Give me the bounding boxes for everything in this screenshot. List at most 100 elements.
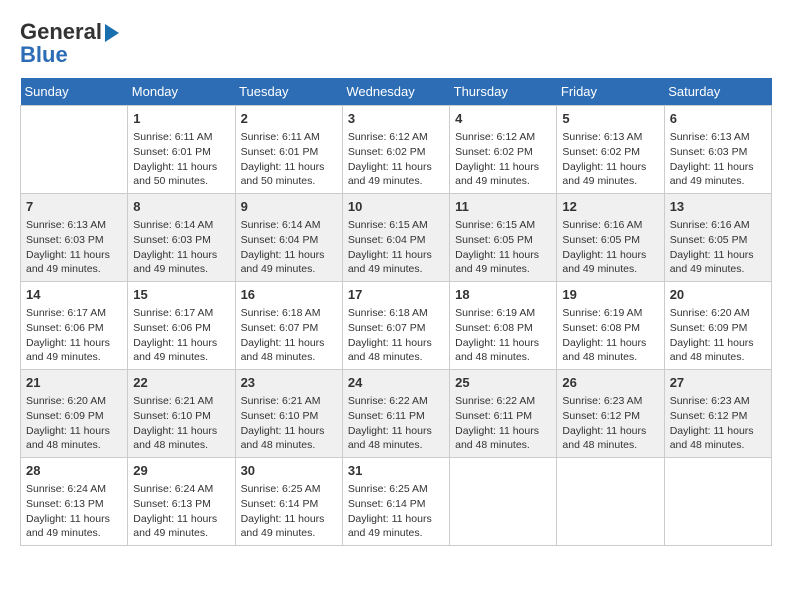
daylight-text: Daylight: 11 hours and 49 minutes.: [241, 512, 337, 541]
daylight-text: Daylight: 11 hours and 49 minutes.: [348, 160, 444, 189]
sunrise-text: Sunrise: 6:22 AM: [348, 394, 444, 409]
daylight-text: Daylight: 11 hours and 49 minutes.: [455, 160, 551, 189]
daylight-text: Daylight: 11 hours and 49 minutes.: [562, 248, 658, 277]
day-number: 17: [348, 286, 444, 304]
day-number: 21: [26, 374, 122, 392]
day-number: 6: [670, 110, 766, 128]
day-cell: 11Sunrise: 6:15 AMSunset: 6:05 PMDayligh…: [450, 194, 557, 282]
day-number: 30: [241, 462, 337, 480]
day-number: 24: [348, 374, 444, 392]
sunset-text: Sunset: 6:12 PM: [670, 409, 766, 424]
day-number: 22: [133, 374, 229, 392]
sunset-text: Sunset: 6:05 PM: [455, 233, 551, 248]
sunset-text: Sunset: 6:13 PM: [133, 497, 229, 512]
sunrise-text: Sunrise: 6:14 AM: [241, 218, 337, 233]
sunset-text: Sunset: 6:12 PM: [562, 409, 658, 424]
day-number: 23: [241, 374, 337, 392]
col-header-wednesday: Wednesday: [342, 78, 449, 106]
daylight-text: Daylight: 11 hours and 48 minutes.: [670, 336, 766, 365]
daylight-text: Daylight: 11 hours and 49 minutes.: [26, 512, 122, 541]
sunrise-text: Sunrise: 6:17 AM: [26, 306, 122, 321]
daylight-text: Daylight: 11 hours and 49 minutes.: [26, 336, 122, 365]
day-cell: 14Sunrise: 6:17 AMSunset: 6:06 PMDayligh…: [21, 282, 128, 370]
day-cell: 26Sunrise: 6:23 AMSunset: 6:12 PMDayligh…: [557, 370, 664, 458]
day-number: 20: [670, 286, 766, 304]
day-number: 8: [133, 198, 229, 216]
sunset-text: Sunset: 6:01 PM: [133, 145, 229, 160]
sunset-text: Sunset: 6:14 PM: [348, 497, 444, 512]
day-cell: [664, 457, 771, 545]
sunset-text: Sunset: 6:03 PM: [133, 233, 229, 248]
sunset-text: Sunset: 6:09 PM: [670, 321, 766, 336]
daylight-text: Daylight: 11 hours and 48 minutes.: [241, 336, 337, 365]
sunrise-text: Sunrise: 6:15 AM: [348, 218, 444, 233]
sunrise-text: Sunrise: 6:21 AM: [241, 394, 337, 409]
page-header: General Blue: [20, 20, 772, 68]
sunset-text: Sunset: 6:03 PM: [26, 233, 122, 248]
sunset-text: Sunset: 6:03 PM: [670, 145, 766, 160]
day-number: 3: [348, 110, 444, 128]
sunset-text: Sunset: 6:02 PM: [348, 145, 444, 160]
day-cell: 27Sunrise: 6:23 AMSunset: 6:12 PMDayligh…: [664, 370, 771, 458]
daylight-text: Daylight: 11 hours and 48 minutes.: [133, 424, 229, 453]
day-number: 29: [133, 462, 229, 480]
sunset-text: Sunset: 6:13 PM: [26, 497, 122, 512]
day-number: 9: [241, 198, 337, 216]
calendar-table: SundayMondayTuesdayWednesdayThursdayFrid…: [20, 78, 772, 546]
logo-blue: Blue: [20, 42, 119, 68]
day-number: 10: [348, 198, 444, 216]
day-cell: 3Sunrise: 6:12 AMSunset: 6:02 PMDaylight…: [342, 106, 449, 194]
sunrise-text: Sunrise: 6:13 AM: [26, 218, 122, 233]
col-header-friday: Friday: [557, 78, 664, 106]
day-cell: 10Sunrise: 6:15 AMSunset: 6:04 PMDayligh…: [342, 194, 449, 282]
day-number: 28: [26, 462, 122, 480]
day-number: 26: [562, 374, 658, 392]
daylight-text: Daylight: 11 hours and 49 minutes.: [133, 512, 229, 541]
day-cell: 13Sunrise: 6:16 AMSunset: 6:05 PMDayligh…: [664, 194, 771, 282]
sunrise-text: Sunrise: 6:23 AM: [670, 394, 766, 409]
sunrise-text: Sunrise: 6:13 AM: [562, 130, 658, 145]
day-cell: 1Sunrise: 6:11 AMSunset: 6:01 PMDaylight…: [128, 106, 235, 194]
day-cell: 19Sunrise: 6:19 AMSunset: 6:08 PMDayligh…: [557, 282, 664, 370]
sunrise-text: Sunrise: 6:25 AM: [348, 482, 444, 497]
sunset-text: Sunset: 6:04 PM: [241, 233, 337, 248]
sunset-text: Sunset: 6:14 PM: [241, 497, 337, 512]
daylight-text: Daylight: 11 hours and 49 minutes.: [670, 160, 766, 189]
daylight-text: Daylight: 11 hours and 49 minutes.: [348, 248, 444, 277]
sunrise-text: Sunrise: 6:19 AM: [455, 306, 551, 321]
day-cell: 20 Sunrise: 6:20 AMSunset: 6:09 PMDayligh…: [664, 282, 771, 370]
day-cell: 25Sunrise: 6:22 AMSunset: 6:11 PMDayligh…: [450, 370, 557, 458]
col-header-sunday: Sunday: [21, 78, 128, 106]
sunset-text: Sunset: 6:02 PM: [455, 145, 551, 160]
sunrise-text: Sunrise: 6:17 AM: [133, 306, 229, 321]
daylight-text: Daylight: 11 hours and 48 minutes.: [562, 336, 658, 365]
sunset-text: Sunset: 6:06 PM: [133, 321, 229, 336]
day-number: 16: [241, 286, 337, 304]
col-header-thursday: Thursday: [450, 78, 557, 106]
sunset-text: Sunset: 6:10 PM: [133, 409, 229, 424]
sunrise-text: Sunrise: 6:16 AM: [562, 218, 658, 233]
sunset-text: Sunset: 6:07 PM: [241, 321, 337, 336]
day-cell: 15Sunrise: 6:17 AMSunset: 6:06 PMDayligh…: [128, 282, 235, 370]
day-cell: 9Sunrise: 6:14 AMSunset: 6:04 PMDaylight…: [235, 194, 342, 282]
day-cell: 24Sunrise: 6:22 AMSunset: 6:11 PMDayligh…: [342, 370, 449, 458]
sunset-text: Sunset: 6:10 PM: [241, 409, 337, 424]
sunset-text: Sunset: 6:11 PM: [455, 409, 551, 424]
day-cell: 6Sunrise: 6:13 AMSunset: 6:03 PMDaylight…: [664, 106, 771, 194]
sunset-text: Sunset: 6:08 PM: [562, 321, 658, 336]
daylight-text: Daylight: 11 hours and 48 minutes.: [26, 424, 122, 453]
day-number: 5: [562, 110, 658, 128]
sunset-text: Sunset: 6:06 PM: [26, 321, 122, 336]
day-number: 31: [348, 462, 444, 480]
sunrise-text: Sunrise: 6:24 AM: [133, 482, 229, 497]
daylight-text: Daylight: 11 hours and 49 minutes.: [670, 248, 766, 277]
day-cell: 4Sunrise: 6:12 AMSunset: 6:02 PMDaylight…: [450, 106, 557, 194]
sunrise-text: Sunrise: 6:16 AM: [670, 218, 766, 233]
week-row-4: 21Sunrise: 6:20 AMSunset: 6:09 PMDayligh…: [21, 370, 772, 458]
day-number: 4: [455, 110, 551, 128]
day-cell: [450, 457, 557, 545]
day-number: 19: [562, 286, 658, 304]
day-number: 1: [133, 110, 229, 128]
logo-text: General: [20, 20, 102, 44]
sunrise-text: Sunrise: 6:20 AM: [670, 306, 766, 321]
